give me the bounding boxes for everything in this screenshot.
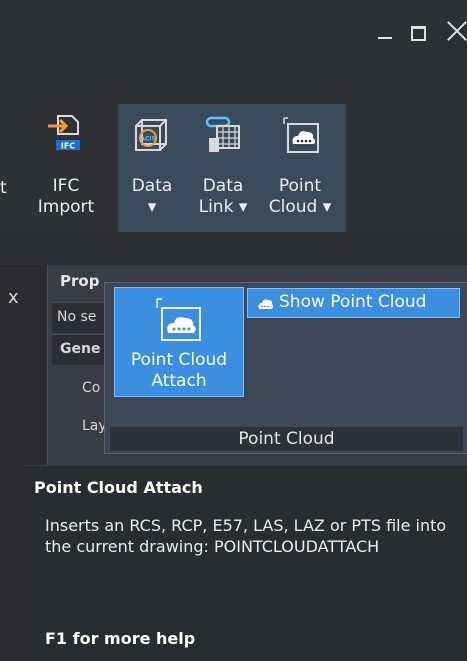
close-panel-icon[interactable]: x <box>8 287 19 308</box>
tooltip-title: Point Cloud Attach <box>34 478 203 497</box>
data-button[interactable]: ACIS Data ▾ <box>124 104 180 230</box>
point-cloud-panel-title: Point Cloud <box>238 429 335 449</box>
show-point-cloud-label: Show Point Cloud <box>279 292 427 312</box>
point-cloud-icon <box>283 117 319 153</box>
data-link-button[interactable]: Data Link ▾ <box>190 104 256 230</box>
no-selection-text: No se <box>57 309 97 325</box>
tooltip-body: Inserts an RCS, RCP, E57, LAS, LAZ or PT… <box>45 516 447 556</box>
general-text: Gene <box>60 341 101 357</box>
point-cloud-attach-icon <box>156 298 201 341</box>
minimize-icon[interactable] <box>375 22 395 42</box>
point-cloud-attach-label: Point Cloud Attach <box>130 350 228 391</box>
data-link-icon <box>205 116 240 152</box>
ribbon-truncated-label: t <box>0 178 7 198</box>
ribbon-panel-footer <box>0 232 467 265</box>
data-icon: ACIS <box>135 119 167 151</box>
point-cloud-label: Point Cloud ▾ <box>268 176 332 217</box>
ifc-import-button[interactable]: IFC IFC Import <box>28 104 104 230</box>
color-row-text: Co <box>82 380 101 396</box>
properties-title: Prop <box>60 272 100 290</box>
point-cloud-small-icon <box>258 299 273 309</box>
point-cloud-attach-button[interactable]: Point Cloud Attach <box>114 287 244 397</box>
title-bar <box>0 0 467 100</box>
data-label: Data ▾ <box>131 176 173 217</box>
point-cloud-button[interactable]: Point Cloud ▾ <box>260 104 340 230</box>
ifc-badge: IFC <box>61 142 75 151</box>
data-link-label: Data Link ▾ <box>198 176 248 217</box>
acis-badge: ACIS <box>140 136 156 143</box>
show-point-cloud-button[interactable]: Show Point Cloud <box>247 288 460 318</box>
tooltip-help: F1 for more help <box>45 629 196 648</box>
point-cloud-panel-footer: Point Cloud <box>110 427 463 451</box>
close-icon[interactable] <box>446 18 467 42</box>
ifc-import-icon: IFC <box>48 115 80 151</box>
ifc-import-label: IFC Import <box>37 176 95 217</box>
maximize-icon[interactable] <box>408 22 428 42</box>
